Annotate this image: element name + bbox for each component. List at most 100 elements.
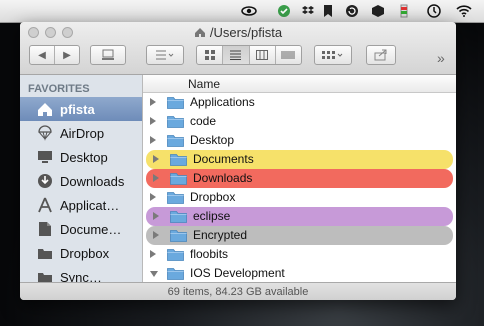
sync-icon[interactable] bbox=[276, 3, 292, 19]
sidebar-item-applications[interactable]: Applicat… bbox=[20, 193, 142, 217]
list-item[interactable]: code bbox=[143, 112, 456, 131]
refresh-icon[interactable] bbox=[344, 3, 360, 19]
sidebar-heading: FAVORITES bbox=[28, 83, 90, 95]
column-view-icon bbox=[256, 50, 269, 60]
file-list: Name Applications code Desktop Documents Dow… bbox=[143, 75, 456, 282]
coverflow-icon bbox=[281, 51, 295, 59]
name-column-header[interactable]: Name bbox=[143, 75, 456, 93]
finder-window: /Users/pfista ◀ ▶ » FAVORITES pfista Air… bbox=[20, 22, 456, 300]
sidebar: FAVORITES pfista AirDrop Desktop Downloa… bbox=[20, 75, 143, 285]
back-forward-control: ◀ ▶ bbox=[29, 45, 80, 65]
home-icon bbox=[36, 100, 54, 118]
list-view-button[interactable] bbox=[223, 46, 250, 64]
action-menu-button[interactable] bbox=[314, 45, 352, 65]
sidebar-item-airdrop[interactable]: AirDrop bbox=[20, 121, 142, 145]
list-item[interactable]: Applications bbox=[143, 93, 456, 112]
forward-button[interactable]: ▶ bbox=[55, 46, 79, 64]
sidebar-item-label: Applicat… bbox=[60, 197, 120, 213]
list-item[interactable]: Dropbox bbox=[143, 188, 456, 207]
icon-view-icon bbox=[204, 50, 215, 60]
file-name: Dropbox bbox=[190, 190, 236, 204]
list-item[interactable]: Encrypted bbox=[146, 226, 453, 245]
back-button[interactable]: ◀ bbox=[30, 46, 55, 64]
box-icon[interactable] bbox=[370, 3, 386, 19]
disclosure-triangle-icon[interactable] bbox=[153, 231, 159, 239]
dropbox-icon[interactable] bbox=[300, 3, 316, 19]
documents-icon bbox=[36, 220, 54, 238]
toolbar-overflow-icon[interactable]: » bbox=[437, 50, 445, 66]
folder-icon bbox=[167, 96, 184, 109]
list-item[interactable]: IOS Development bbox=[143, 264, 456, 282]
disclosure-triangle-icon[interactable] bbox=[153, 212, 159, 220]
disclosure-triangle-icon[interactable] bbox=[150, 271, 158, 277]
file-name: Applications bbox=[190, 95, 255, 109]
sidebar-item-documents[interactable]: Docume… bbox=[20, 217, 142, 241]
bookmark-icon[interactable] bbox=[320, 3, 336, 19]
folder-icon bbox=[170, 229, 187, 242]
folder-icon bbox=[170, 153, 187, 166]
arrange-button[interactable] bbox=[146, 45, 184, 65]
menu-bar bbox=[0, 0, 484, 23]
list-item[interactable]: Desktop bbox=[143, 131, 456, 150]
eye-icon[interactable] bbox=[241, 3, 257, 19]
folder-icon bbox=[170, 210, 187, 223]
list-item[interactable]: floobits bbox=[143, 245, 456, 264]
file-name: Encrypted bbox=[193, 228, 248, 242]
time-machine-icon[interactable] bbox=[426, 3, 442, 19]
downloads-icon bbox=[36, 172, 54, 190]
view-mode-control bbox=[196, 45, 302, 65]
status-bar: 69 items, 84.23 GB available bbox=[20, 282, 456, 300]
disclosure-triangle-icon[interactable] bbox=[150, 136, 156, 144]
list-item[interactable]: Documents bbox=[146, 150, 453, 169]
folder-icon bbox=[167, 191, 184, 204]
sidebar-item-label: pfista bbox=[60, 101, 95, 117]
column-header-label: Name bbox=[188, 77, 221, 91]
disclosure-triangle-icon[interactable] bbox=[153, 174, 159, 182]
folder-icon bbox=[170, 172, 187, 185]
file-name: Desktop bbox=[190, 133, 235, 147]
coverflow-view-button[interactable] bbox=[276, 46, 301, 64]
folder-icon bbox=[167, 267, 184, 280]
disclosure-triangle-icon[interactable] bbox=[153, 155, 159, 163]
list-item[interactable]: Downloads bbox=[146, 169, 453, 188]
sidebar-item-dropbox[interactable]: Dropbox bbox=[20, 241, 142, 265]
column-view-button[interactable] bbox=[250, 46, 276, 64]
list-item[interactable]: eclipse bbox=[146, 207, 453, 226]
disclosure-triangle-icon[interactable] bbox=[150, 193, 156, 201]
grid-dropdown-icon bbox=[322, 51, 343, 59]
file-name: Documents bbox=[193, 152, 254, 166]
folder-icon bbox=[167, 134, 184, 147]
battery-meter-icon[interactable] bbox=[396, 3, 412, 19]
sidebar-item-label: AirDrop bbox=[60, 125, 105, 141]
share-icon bbox=[374, 49, 387, 61]
wifi-icon[interactable] bbox=[456, 3, 472, 19]
applications-icon bbox=[36, 196, 54, 214]
window-title: /Users/pfista bbox=[20, 25, 456, 40]
file-name: Downloads bbox=[193, 171, 253, 185]
sidebar-item-label: Downloads bbox=[60, 173, 125, 189]
disclosure-triangle-icon[interactable] bbox=[150, 117, 156, 125]
arrange-icon bbox=[156, 50, 174, 60]
file-name: code bbox=[190, 114, 217, 128]
folder-icon bbox=[36, 244, 54, 262]
file-name: eclipse bbox=[193, 209, 231, 223]
icon-view-button[interactable] bbox=[197, 46, 224, 64]
desktop-icon bbox=[36, 148, 54, 166]
window-title-text: /Users/pfista bbox=[209, 25, 283, 40]
sidebar-item-desktop[interactable]: Desktop bbox=[20, 145, 142, 169]
sidebar-item-pfista[interactable]: pfista bbox=[20, 97, 142, 121]
title-bar: /Users/pfista ◀ ▶ » bbox=[20, 22, 456, 75]
computer-icon bbox=[102, 49, 114, 60]
disclosure-triangle-icon[interactable] bbox=[150, 250, 156, 258]
file-name: floobits bbox=[190, 247, 229, 261]
sidebar-item-label: Desktop bbox=[60, 149, 108, 165]
disclosure-triangle-icon[interactable] bbox=[150, 98, 156, 106]
list-view-icon bbox=[230, 50, 242, 60]
folder-icon bbox=[167, 248, 184, 261]
path-button[interactable] bbox=[90, 45, 126, 65]
sidebar-item-label: Docume… bbox=[60, 221, 122, 237]
airdrop-icon bbox=[36, 124, 54, 142]
sidebar-item-downloads[interactable]: Downloads bbox=[20, 169, 142, 193]
share-button[interactable] bbox=[366, 45, 396, 65]
home-icon bbox=[194, 28, 205, 37]
